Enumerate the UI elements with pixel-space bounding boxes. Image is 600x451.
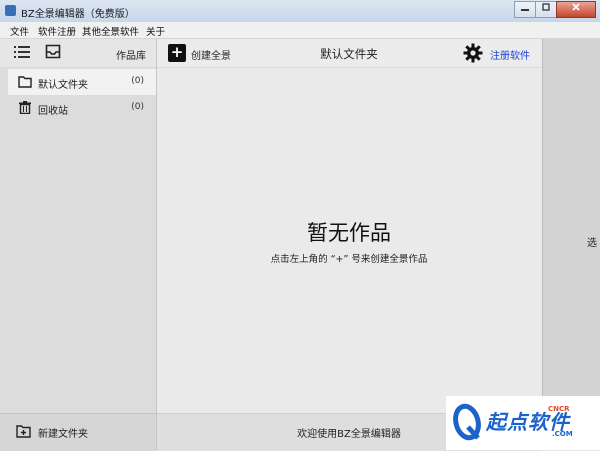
trash-icon: [19, 101, 31, 114]
gear-icon[interactable]: [463, 43, 483, 63]
sidebar-toolbar: 作品库: [0, 39, 156, 67]
folder-item-recycle-bin[interactable]: 回收站 (0): [8, 95, 156, 121]
watermark: 起点软件 CNCR .COM: [446, 396, 600, 450]
empty-state-title: 暂无作品: [307, 221, 391, 245]
window-controls: [514, 1, 596, 18]
register-software-link[interactable]: 注册软件: [490, 47, 530, 62]
right-panel-text: 选: [587, 238, 597, 249]
right-panel: 选: [542, 39, 600, 450]
inbox-icon[interactable]: [45, 44, 61, 59]
main-toolbar: + 创建全景 默认文件夹 注册软件: [157, 39, 541, 68]
watermark-sub-top: CNCR: [548, 405, 570, 413]
restore-icon: [542, 3, 550, 11]
menu-register[interactable]: 软件注册: [38, 24, 76, 38]
watermark-sub-bottom: .COM: [552, 430, 573, 438]
menu-about[interactable]: 关于: [146, 24, 165, 38]
empty-state-hint: 点击左上角的 “+” 号来创建全景作品: [270, 254, 428, 265]
minimize-button[interactable]: [514, 1, 536, 18]
main-panel: + 创建全景 默认文件夹 注册软件 暂无作品 点击左上角的 “+” 号来创建全景…: [157, 39, 541, 451]
title-bar: BZ全景编辑器（免费版）: [0, 0, 600, 23]
folder-count: (0): [131, 76, 144, 86]
window-title: BZ全景编辑器（免费版）: [21, 9, 135, 20]
restore-button[interactable]: [535, 1, 557, 18]
minimize-icon: [521, 9, 529, 11]
watermark-logo-icon: [453, 403, 481, 441]
folder-count: (0): [131, 102, 144, 112]
app-icon: [5, 5, 16, 16]
menu-other-software[interactable]: 其他全景软件: [82, 24, 139, 38]
menu-file[interactable]: 文件: [10, 24, 29, 38]
close-icon: [572, 3, 580, 11]
new-folder-icon: [16, 425, 31, 438]
folder-item-default[interactable]: 默认文件夹 (0): [8, 69, 156, 95]
close-button[interactable]: [556, 1, 596, 18]
folder-name: 回收站: [38, 106, 68, 117]
folder-icon: [18, 76, 32, 88]
list-icon[interactable]: [14, 45, 30, 59]
new-folder-button[interactable]: 新建文件夹: [0, 413, 156, 451]
folder-name: 默认文件夹: [38, 80, 88, 91]
sidebar: 作品库 默认文件夹 (0) 回收站 (0) 新建文件夹: [0, 39, 157, 451]
library-label: 作品库: [116, 51, 146, 62]
new-folder-label: 新建文件夹: [38, 429, 88, 440]
current-folder-title: 默认文件夹: [320, 47, 378, 61]
menu-bar: 文件 软件注册 其他全景软件 关于: [0, 22, 600, 39]
